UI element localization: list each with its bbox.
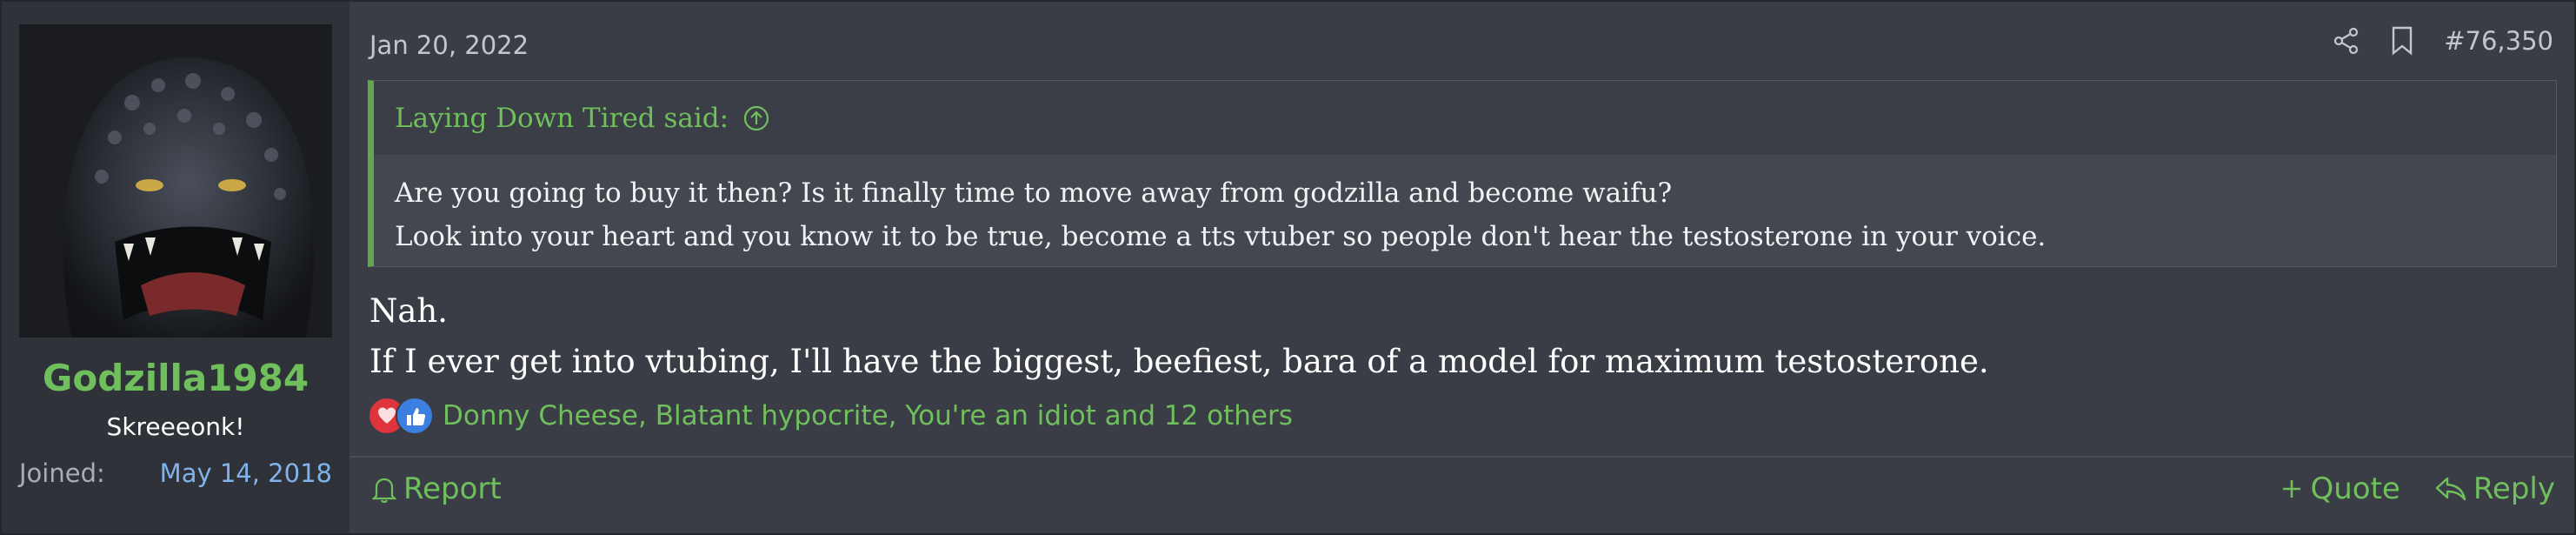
bell-icon bbox=[372, 478, 396, 503]
arrow-up-circle-icon[interactable] bbox=[742, 104, 770, 132]
post-footer-right: Quote Reply bbox=[2280, 471, 2555, 506]
reaction-icons[interactable] bbox=[368, 395, 437, 437]
joined-label: Joined: bbox=[19, 458, 105, 488]
forum-post: Godzilla1984 Skreeeonk! Joined: May 14, … bbox=[0, 0, 2576, 535]
avatar[interactable] bbox=[19, 24, 332, 338]
quote-button[interactable]: Quote bbox=[2280, 471, 2400, 506]
user-title: Skreeeonk! bbox=[106, 412, 245, 441]
quote-block: Laying Down Tired said: Are you going to… bbox=[368, 80, 2557, 267]
report-label: Report bbox=[403, 471, 502, 506]
share-icon[interactable] bbox=[2333, 27, 2360, 55]
post-number-link[interactable]: #76,350 bbox=[2444, 26, 2553, 56]
reactions-summary-link[interactable]: Donny Cheese, Blatant hypocrite, You're … bbox=[443, 400, 1293, 431]
quote-line: Are you going to buy it then? Is it fina… bbox=[395, 177, 1673, 209]
like-reaction-icon bbox=[396, 397, 434, 435]
quote-attribution[interactable]: Laying Down Tired said: bbox=[395, 103, 729, 134]
bookmark-icon[interactable] bbox=[2390, 26, 2414, 56]
quote-header[interactable]: Laying Down Tired said: bbox=[374, 81, 2556, 155]
post-header-actions: #76,350 bbox=[2333, 26, 2553, 56]
quote-content: Are you going to buy it then? Is it fina… bbox=[395, 171, 2535, 258]
joined-date: May 14, 2018 bbox=[159, 458, 332, 488]
report-button[interactable]: Report bbox=[372, 471, 502, 506]
reactions-bar: Donny Cheese, Blatant hypocrite, You're … bbox=[368, 395, 1293, 437]
message-line: Nah. bbox=[369, 292, 449, 330]
post-footer-divider bbox=[349, 456, 2574, 458]
post-footer-left: Report bbox=[372, 471, 502, 506]
post-date[interactable]: Jan 20, 2022 bbox=[369, 30, 529, 60]
reply-label: Reply bbox=[2473, 471, 2555, 506]
quote-label: Quote bbox=[2310, 471, 2400, 506]
message-body: Nah. If I ever get into vtubing, I'll ha… bbox=[369, 286, 1989, 387]
plus-icon bbox=[2283, 480, 2301, 498]
quote-line: Look into your heart and you know it to … bbox=[395, 221, 2047, 252]
reply-button[interactable]: Reply bbox=[2435, 471, 2555, 506]
reply-arrow-icon bbox=[2435, 477, 2466, 501]
user-sidebar: Godzilla1984 Skreeeonk! Joined: May 14, … bbox=[2, 2, 349, 533]
message-line: If I ever get into vtubing, I'll have th… bbox=[369, 343, 1989, 380]
username[interactable]: Godzilla1984 bbox=[2, 357, 349, 399]
